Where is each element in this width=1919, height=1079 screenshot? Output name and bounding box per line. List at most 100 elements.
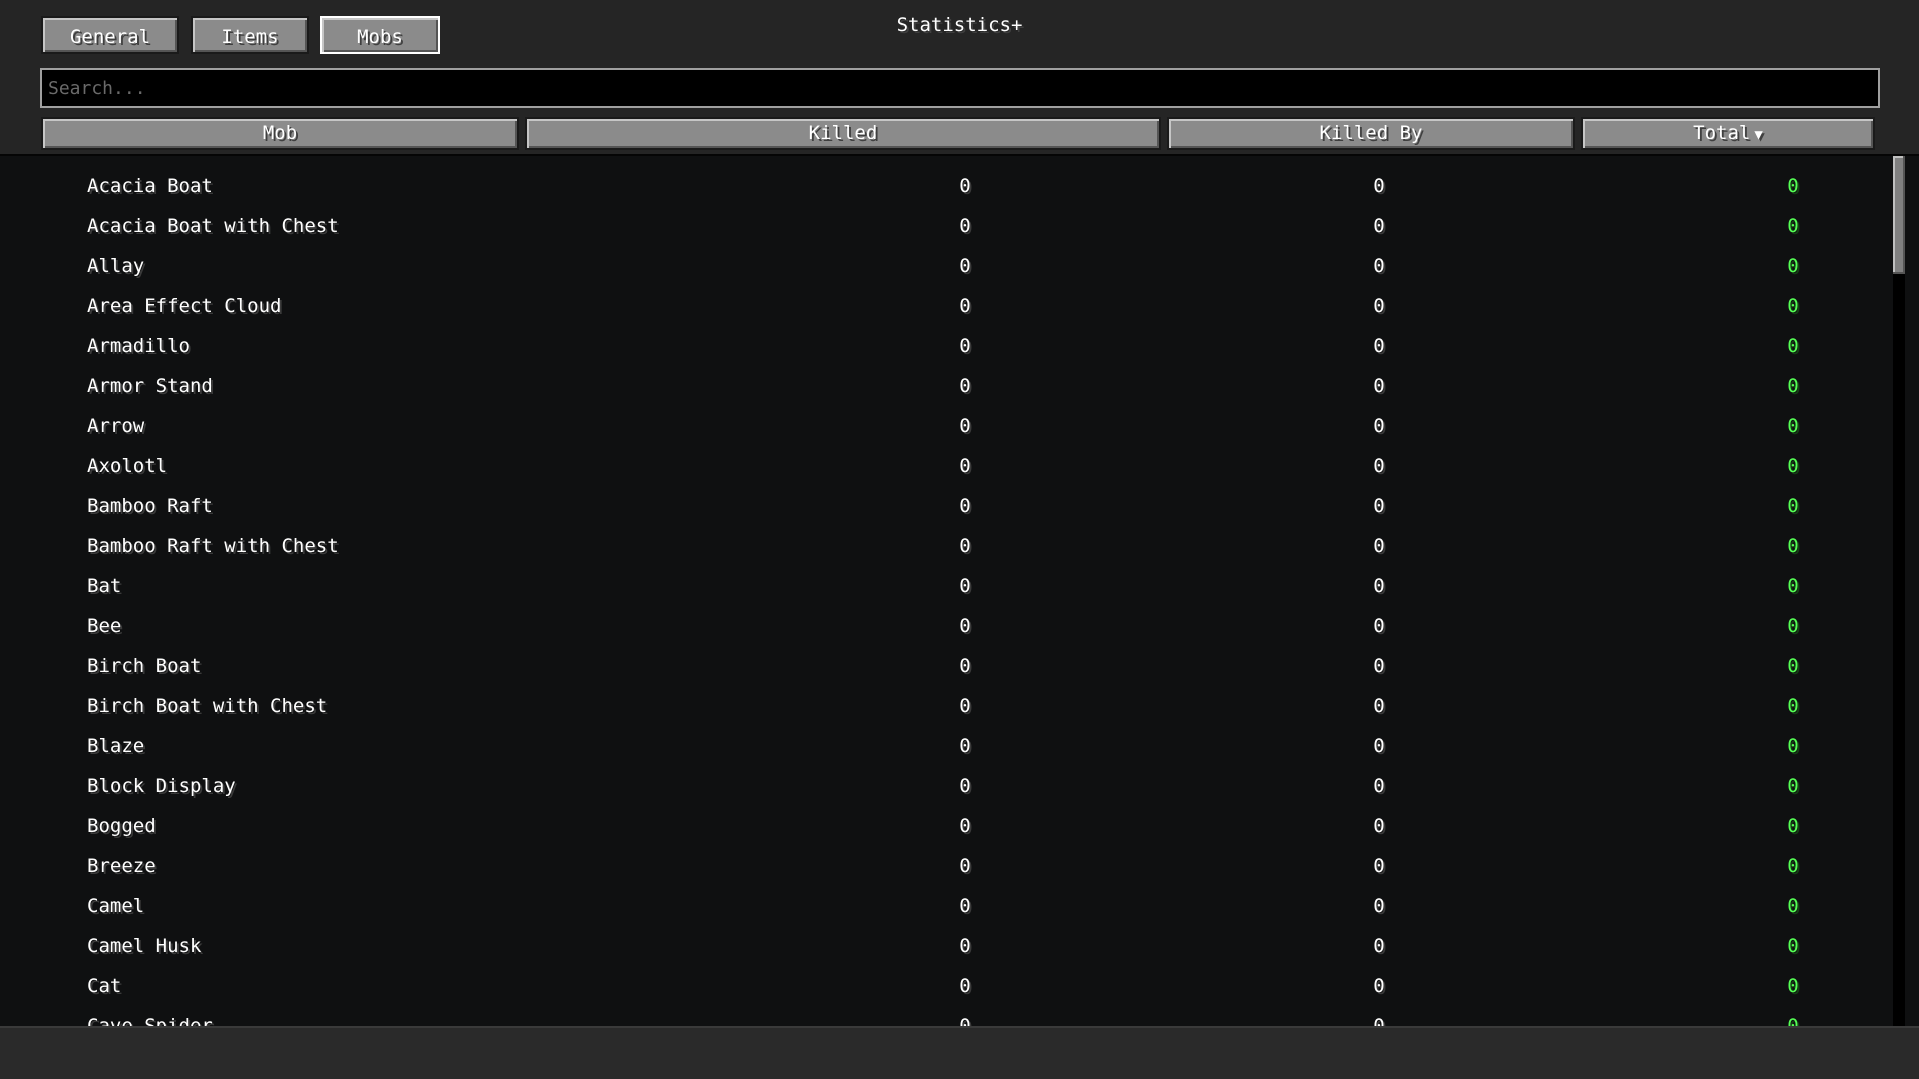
total-count: 0 — [1787, 215, 1799, 237]
mob-stats-list[interactable]: Acacia Boat 0 0 0 Acacia Boat with Chest 0 0 0 A… — [0, 154, 1919, 1028]
mob-name: Camel — [87, 895, 145, 917]
mob-name: Cat — [87, 975, 122, 997]
statistics-screen: General Items Mobs Statistics+ Mob Kille… — [0, 0, 1919, 1079]
killed-count: 0 — [959, 935, 971, 957]
mob-name: Bamboo Raft — [87, 495, 213, 517]
table-row[interactable]: Area Effect Cloud 0 0 0 — [0, 286, 1919, 326]
table-row[interactable]: Bogged 0 0 0 — [0, 806, 1919, 846]
column-header-killed-by[interactable]: Killed By — [1167, 117, 1575, 150]
killed-count: 0 — [959, 775, 971, 797]
table-row[interactable]: Acacia Boat with Chest 0 0 0 — [0, 206, 1919, 246]
table-row[interactable]: Blaze 0 0 0 — [0, 726, 1919, 766]
killed-by-count: 0 — [1373, 295, 1385, 317]
killed-by-count: 0 — [1373, 255, 1385, 277]
scrollbar[interactable] — [1893, 156, 1905, 1026]
total-count: 0 — [1787, 615, 1799, 637]
sort-descending-icon: ▼ — [1754, 127, 1763, 143]
killed-count: 0 — [959, 335, 971, 357]
table-row[interactable]: Allay 0 0 0 — [0, 246, 1919, 286]
table-row[interactable]: Bamboo Raft 0 0 0 — [0, 486, 1919, 526]
killed-by-count: 0 — [1373, 775, 1385, 797]
killed-by-count: 0 — [1373, 175, 1385, 197]
killed-by-count: 0 — [1373, 895, 1385, 917]
killed-by-count: 0 — [1373, 495, 1385, 517]
killed-by-count: 0 — [1373, 815, 1385, 837]
killed-count: 0 — [959, 295, 971, 317]
total-count: 0 — [1787, 415, 1799, 437]
table-row[interactable]: Cat 0 0 0 — [0, 966, 1919, 1006]
total-count: 0 — [1787, 935, 1799, 957]
column-header-total[interactable]: Total ▼ — [1581, 117, 1875, 150]
mob-name: Birch Boat with Chest — [87, 695, 328, 717]
total-count: 0 — [1787, 255, 1799, 277]
search-input[interactable] — [40, 68, 1880, 108]
killed-by-count: 0 — [1373, 935, 1385, 957]
killed-by-count: 0 — [1373, 975, 1385, 997]
table-row[interactable]: Arrow 0 0 0 — [0, 406, 1919, 446]
mob-name: Armor Stand — [87, 375, 213, 397]
mob-name: Cave Spider — [87, 1015, 213, 1028]
killed-by-count: 0 — [1373, 335, 1385, 357]
mob-name: Blaze — [87, 735, 145, 757]
table-row[interactable]: Bat 0 0 0 — [0, 566, 1919, 606]
column-header-killed-by-label: Killed By — [1319, 122, 1423, 144]
column-header-killed[interactable]: Killed — [525, 117, 1161, 150]
mob-name: Arrow — [87, 415, 145, 437]
killed-by-count: 0 — [1373, 1015, 1385, 1028]
table-row[interactable]: Camel Husk 0 0 0 — [0, 926, 1919, 966]
killed-by-count: 0 — [1373, 535, 1385, 557]
table-row[interactable]: Armor Stand 0 0 0 — [0, 366, 1919, 406]
mob-name: Breeze — [87, 855, 156, 877]
footer-bar — [0, 1026, 1919, 1079]
table-row[interactable]: Camel 0 0 0 — [0, 886, 1919, 926]
total-count: 0 — [1787, 855, 1799, 877]
mob-name: Bee — [87, 615, 122, 637]
page-title: Statistics+ — [896, 14, 1023, 36]
killed-by-count: 0 — [1373, 735, 1385, 757]
mob-name: Birch Boat — [87, 655, 202, 677]
mob-name: Bamboo Raft with Chest — [87, 535, 339, 557]
table-row[interactable]: Block Display 0 0 0 — [0, 766, 1919, 806]
killed-count: 0 — [959, 495, 971, 517]
total-count: 0 — [1787, 175, 1799, 197]
total-count: 0 — [1787, 335, 1799, 357]
column-header-total-label: Total — [1693, 122, 1751, 144]
mob-name: Allay — [87, 255, 145, 277]
table-row[interactable]: Acacia Boat 0 0 0 — [0, 166, 1919, 206]
killed-by-count: 0 — [1373, 615, 1385, 637]
total-count: 0 — [1787, 295, 1799, 317]
column-header-mob[interactable]: Mob — [41, 117, 519, 150]
table-row[interactable]: Birch Boat with Chest 0 0 0 — [0, 686, 1919, 726]
column-header-mob-label: Mob — [262, 122, 298, 144]
killed-by-count: 0 — [1373, 215, 1385, 237]
total-count: 0 — [1787, 815, 1799, 837]
killed-count: 0 — [959, 415, 971, 437]
total-count: 0 — [1787, 775, 1799, 797]
killed-count: 0 — [959, 255, 971, 277]
mob-name: Block Display — [87, 775, 236, 797]
mob-name: Armadillo — [87, 335, 190, 357]
killed-by-count: 0 — [1373, 855, 1385, 877]
table-row[interactable]: Birch Boat 0 0 0 — [0, 646, 1919, 686]
killed-by-count: 0 — [1373, 695, 1385, 717]
table-row[interactable]: Armadillo 0 0 0 — [0, 326, 1919, 366]
mob-name: Acacia Boat with Chest — [87, 215, 339, 237]
killed-count: 0 — [959, 975, 971, 997]
killed-count: 0 — [959, 695, 971, 717]
rows-container: Acacia Boat 0 0 0 Acacia Boat with Chest 0 0 0 A… — [0, 166, 1919, 1028]
mob-name: Acacia Boat — [87, 175, 213, 197]
killed-count: 0 — [959, 535, 971, 557]
scrollbar-thumb[interactable] — [1893, 156, 1905, 274]
killed-count: 0 — [959, 375, 971, 397]
killed-by-count: 0 — [1373, 375, 1385, 397]
total-count: 0 — [1787, 735, 1799, 757]
table-row[interactable]: Bee 0 0 0 — [0, 606, 1919, 646]
total-count: 0 — [1787, 695, 1799, 717]
total-count: 0 — [1787, 1015, 1799, 1028]
table-row[interactable]: Cave Spider 0 0 0 — [0, 1006, 1919, 1028]
table-row[interactable]: Bamboo Raft with Chest 0 0 0 — [0, 526, 1919, 566]
mob-name: Bogged — [87, 815, 156, 837]
table-row[interactable]: Breeze 0 0 0 — [0, 846, 1919, 886]
killed-count: 0 — [959, 215, 971, 237]
table-row[interactable]: Axolotl 0 0 0 — [0, 446, 1919, 486]
